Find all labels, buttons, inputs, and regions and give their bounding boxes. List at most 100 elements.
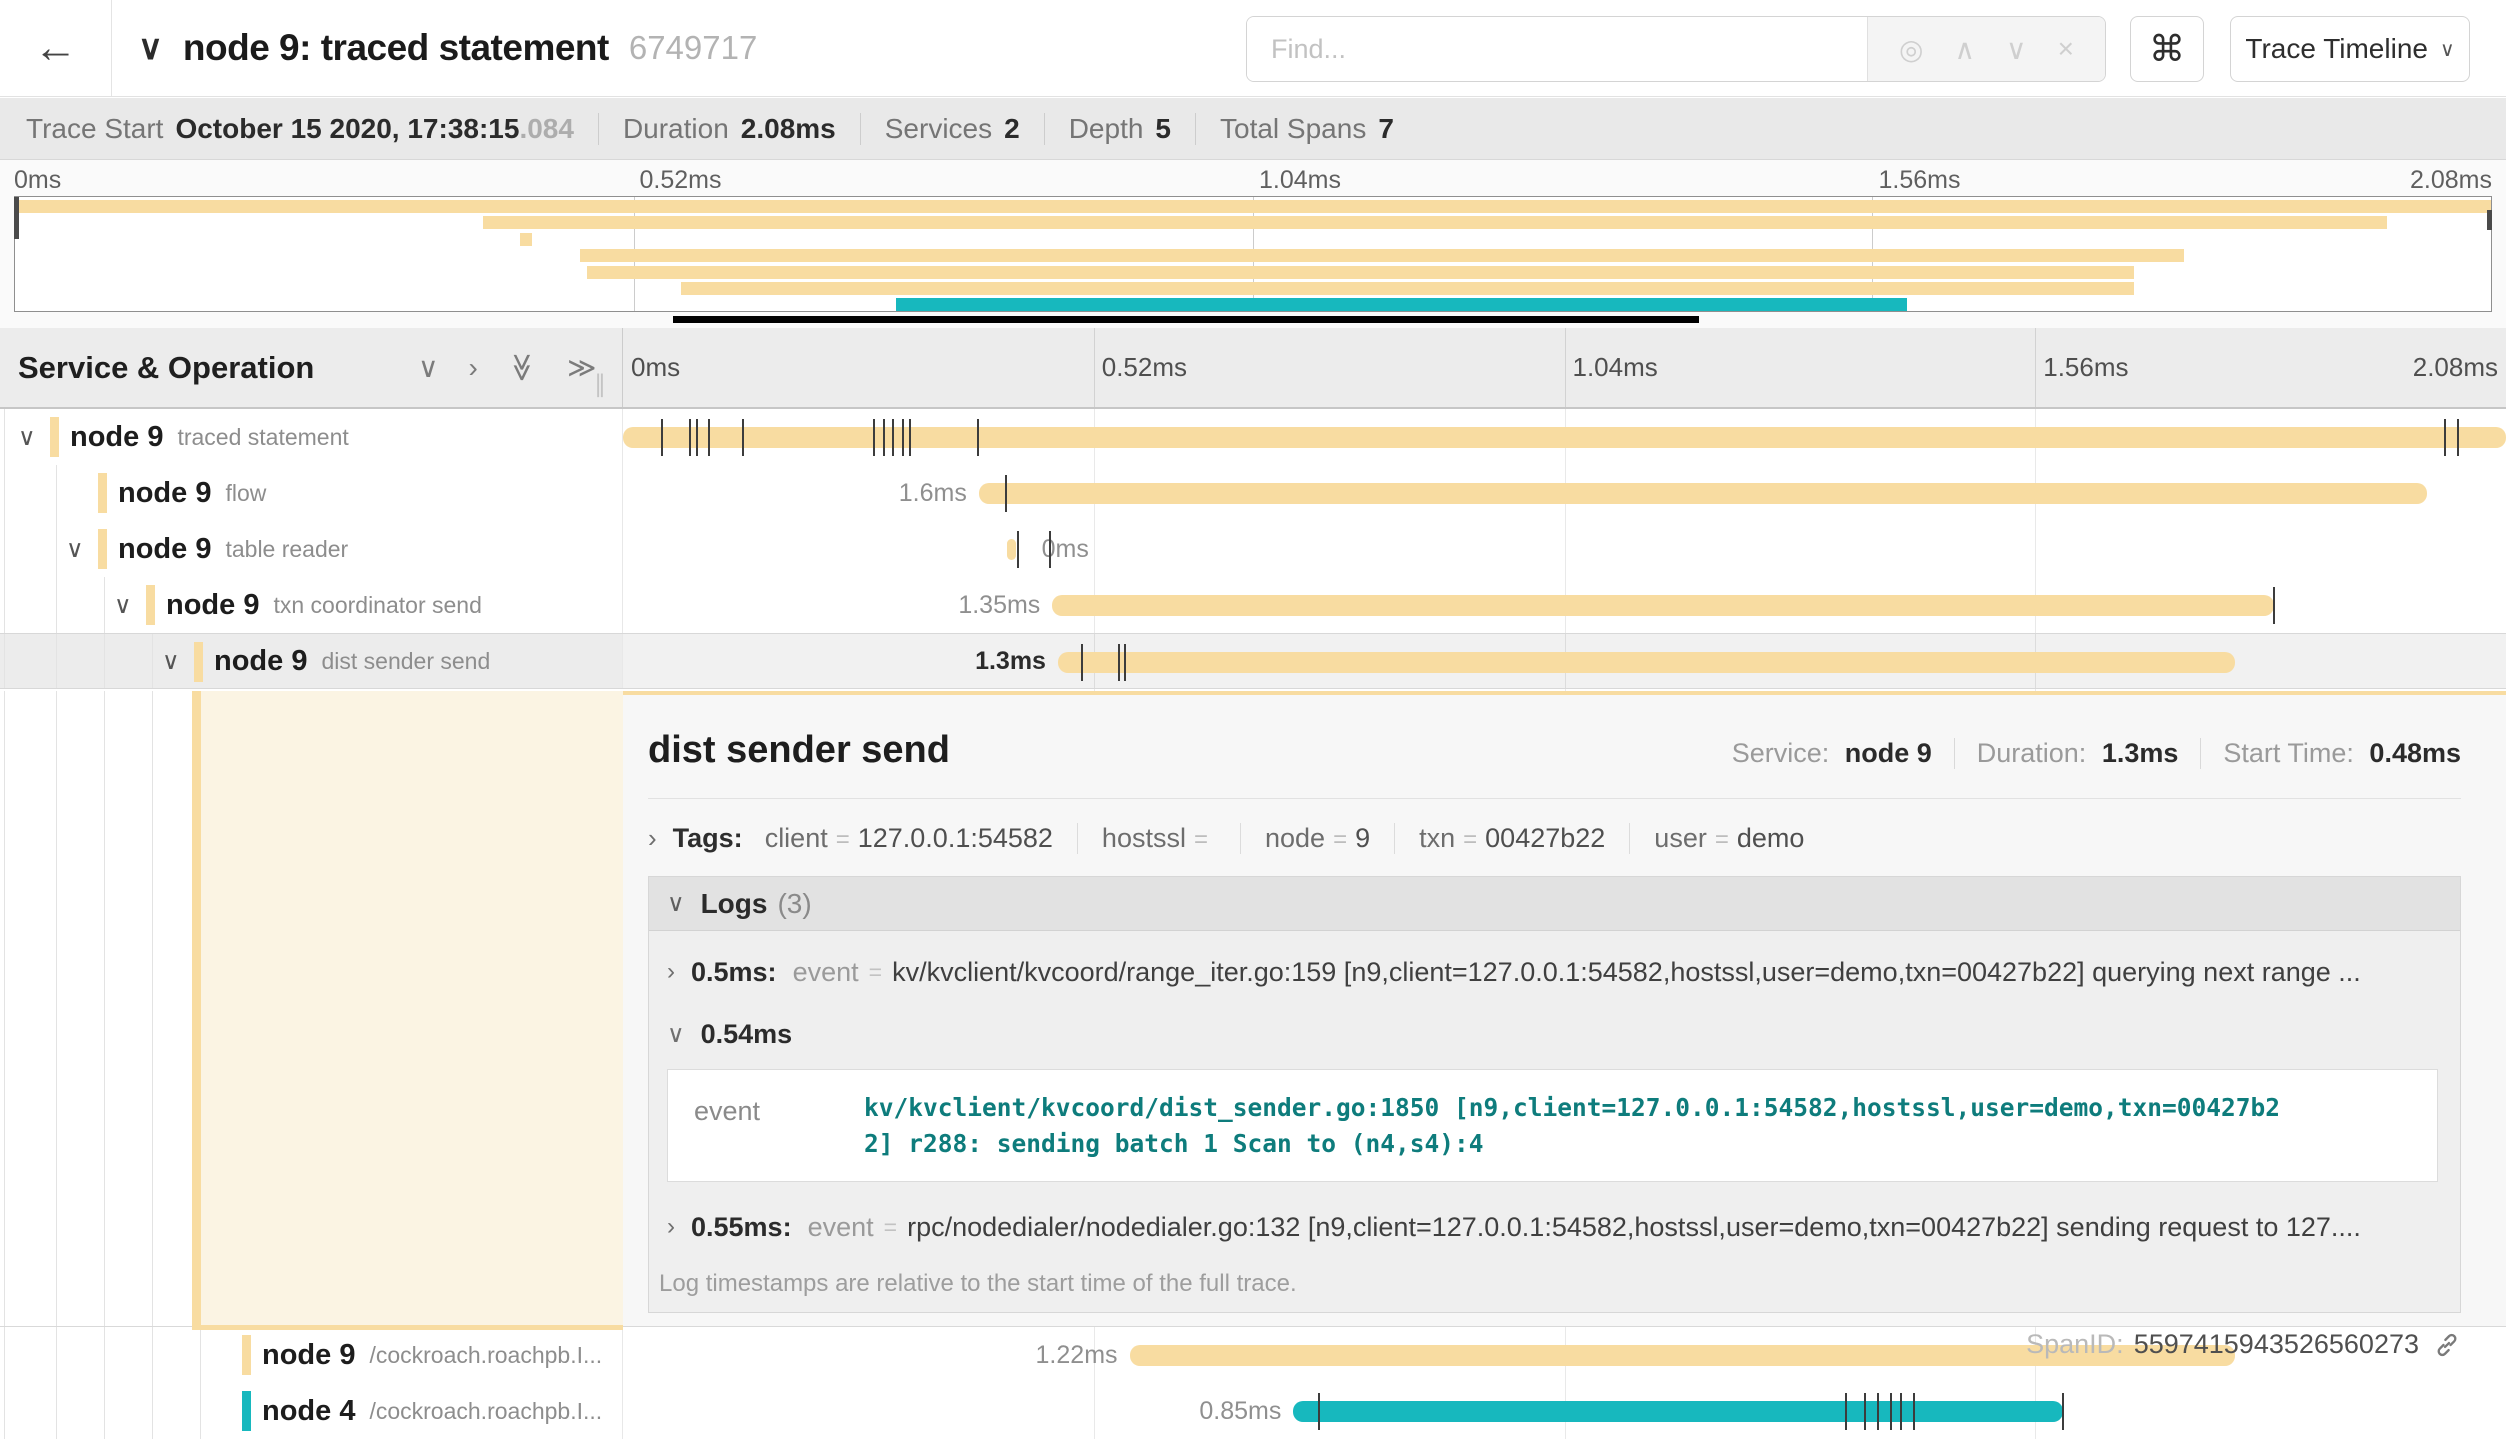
span-bar[interactable] [1293, 1401, 2063, 1422]
log-equals: = [869, 959, 882, 986]
collapse-all-icon[interactable]: ≫ [506, 353, 539, 382]
minimap-range-bar[interactable] [673, 316, 1699, 323]
span-id-row: SpanID:5597415943526560273 [648, 1329, 2461, 1360]
log-marker-tick [1081, 644, 1083, 681]
log-text: kv/kvclient/kvcoord/range_iter.go:159 [n… [892, 957, 2361, 988]
log-entry[interactable]: ›0.55ms:event=rpc/nodedialer/nodedialer.… [659, 1196, 2442, 1258]
span-row-timeline-cell[interactable]: 0ms [623, 521, 2506, 577]
span-color-bottom-accent [192, 1325, 623, 1330]
span-bar[interactable] [1058, 652, 2235, 673]
logs-footnote: Log timestamps are relative to the start… [649, 1264, 2460, 1312]
indent-guide [56, 577, 57, 633]
span-row-timeline-cell[interactable]: 1.6ms [623, 465, 2506, 521]
tag-key: client [765, 823, 828, 854]
service-name[interactable]: node 9flow [118, 465, 266, 521]
ruler-tick-label: 2.08ms [2413, 352, 2498, 383]
span-bar[interactable] [979, 483, 2427, 504]
log-marker-tick [1017, 531, 1019, 568]
indent-guide [4, 634, 5, 688]
tag-equals: = [1463, 826, 1477, 854]
log-entry[interactable]: ∨0.54ms [659, 1003, 2442, 1065]
trace-summary-item: Services2 [860, 113, 1020, 145]
span-row-name-cell: ∨ node 9table reader [0, 521, 623, 577]
tags-expand-chevron-icon[interactable]: › [648, 823, 657, 854]
row-expand-chevron-icon[interactable]: ∨ [162, 634, 180, 688]
ruler-tick-label: 0.52ms [1102, 352, 1187, 383]
indent-guide [152, 1327, 153, 1383]
span-meta-item: Start Time: 0.48ms [2200, 738, 2461, 769]
trace-summary-bar: Trace StartOctober 15 2020, 17:38:15.084… [0, 98, 2506, 160]
log-marker-tick [1118, 644, 1120, 681]
minimap-tick-labels: 0ms0.52ms1.04ms1.56ms2.08ms [14, 166, 2492, 194]
span-row[interactable]: ∨ node 9table reader 0ms [0, 521, 2506, 577]
span-bar[interactable] [623, 427, 2506, 448]
copy-link-icon[interactable] [2433, 1331, 2461, 1359]
row-expand-chevron-icon[interactable]: ∨ [114, 577, 132, 633]
indent-guide [56, 521, 57, 577]
span-row-name-cell: node 4/cockroach.roachpb.I... [0, 1383, 623, 1439]
tag-equals: = [1715, 826, 1729, 854]
chevron-down-icon: ∨ [2440, 37, 2455, 62]
expand-all-icon[interactable]: ≫ [567, 351, 596, 384]
indent-guide [4, 409, 5, 465]
clear-find-icon[interactable]: × [2058, 33, 2074, 65]
span-row-timeline-cell[interactable] [623, 409, 2506, 465]
tag-item: user=demo [1629, 823, 1804, 854]
tags-row[interactable]: ›Tags:client=127.0.0.1:54582hostssl=node… [648, 823, 2461, 854]
service-name[interactable]: node 9/cockroach.roachpb.I... [262, 1327, 602, 1383]
find-input[interactable] [1247, 17, 1867, 81]
trace-summary-value: 2.08ms [741, 113, 836, 145]
view-select-button[interactable]: Trace Timeline ∨ [2230, 16, 2470, 82]
trace-summary-value: 5 [1155, 113, 1171, 145]
service-color-bar [98, 529, 107, 569]
prev-match-icon[interactable]: ∧ [1955, 33, 1976, 66]
span-row[interactable]: ∨ node 9traced statement [0, 409, 2506, 465]
span-row-timeline-cell[interactable]: 1.3ms [623, 634, 2506, 688]
minimap-tick-label: 0.52ms [640, 166, 722, 195]
operation-name: /cockroach.roachpb.I... [369, 1398, 602, 1425]
span-row[interactable]: node 4/cockroach.roachpb.I... 0.85ms [0, 1383, 2506, 1439]
log-timestamp: 0.55ms: [691, 1212, 792, 1243]
indent-guide [152, 1383, 153, 1439]
row-expand-chevron-icon[interactable]: ∨ [18, 409, 36, 465]
log-timestamp: 0.5ms: [691, 957, 777, 988]
span-row[interactable]: node 9flow 1.6ms [0, 465, 2506, 521]
collapse-chevron-icon[interactable]: ∨ [138, 28, 163, 68]
service-name[interactable]: node 9txn coordinator send [166, 577, 482, 633]
back-button[interactable]: ← [0, 0, 112, 96]
row-expand-chevron-icon[interactable]: ∨ [66, 521, 84, 577]
service-name[interactable]: node 9table reader [118, 521, 348, 577]
span-duration-label: 0.85ms [623, 1383, 1281, 1439]
minimap-span-bar [587, 266, 2135, 279]
minimap-span-bar [896, 298, 1906, 311]
view-select-label: Trace Timeline [2245, 33, 2428, 65]
span-bar[interactable] [1007, 539, 1015, 560]
minimap-left-scrubber[interactable] [14, 197, 19, 239]
keyboard-shortcuts-button[interactable]: ⌘ [2130, 16, 2204, 82]
minimap-tick-label: 1.56ms [1879, 166, 1961, 195]
logs-section-header[interactable]: ∨Logs(3) [649, 877, 2460, 931]
column-resize-grip[interactable]: ∥ [594, 370, 606, 399]
span-detail-indent-column [0, 691, 623, 1326]
tag-key: hostssl [1102, 823, 1186, 854]
next-match-icon[interactable]: ∨ [2006, 33, 2027, 66]
span-row-timeline-cell[interactable]: 0.85ms [623, 1383, 2506, 1439]
logs-label: Logs [701, 888, 768, 920]
minimap-canvas[interactable] [14, 196, 2492, 312]
collapse-one-icon[interactable]: ∨ [418, 351, 439, 384]
service-name[interactable]: node 9traced statement [70, 409, 349, 465]
log-text: rpc/nodedialer/nodedialer.go:132 [n9,cli… [907, 1212, 2361, 1243]
minimap-right-scrubber[interactable] [2487, 210, 2492, 230]
span-bar[interactable] [1052, 595, 2274, 616]
locate-icon[interactable]: ◎ [1899, 33, 1923, 66]
log-entry[interactable]: ›0.5ms:event=kv/kvclient/kvcoord/range_i… [659, 941, 2442, 1003]
span-row[interactable]: ∨ node 9txn coordinator send 1.35ms [0, 577, 2506, 633]
span-row-timeline-cell[interactable]: 1.35ms [623, 577, 2506, 633]
title-wrap: ∨ node 9: traced statement 6749717 [138, 0, 757, 96]
timeline-header-left: Service & Operation ∨ › ≫ ≫ ∥ [0, 328, 623, 407]
indent-guide [4, 1327, 5, 1383]
service-name[interactable]: node 9dist sender send [214, 634, 490, 688]
span-row[interactable]: ∨ node 9dist sender send 1.3ms [0, 633, 2506, 689]
service-name[interactable]: node 4/cockroach.roachpb.I... [262, 1383, 602, 1439]
expand-one-icon[interactable]: › [469, 352, 478, 384]
